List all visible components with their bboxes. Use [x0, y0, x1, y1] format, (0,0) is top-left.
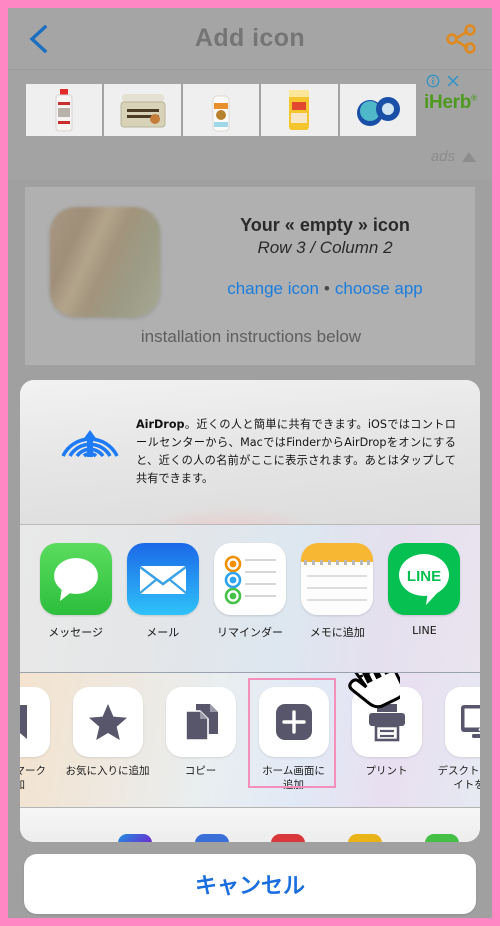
triangle-up-icon[interactable] [462, 151, 476, 162]
ads-disclosure[interactable]: ads [431, 148, 476, 165]
share-app-label: メモに追加 [309, 626, 365, 639]
ads-label-text: ads [430, 148, 455, 165]
empty-icon-card: Your « empty » icon Row 3 / Column 2 cha… [24, 186, 476, 366]
share-app-notes[interactable]: メモに追加 [294, 543, 381, 640]
share-action-copy[interactable]: コピー [154, 687, 247, 779]
link-separator: • [323, 279, 330, 298]
ad-banner[interactable]: iHerb® ads [8, 70, 492, 180]
ad-product-thumb[interactable] [26, 84, 103, 136]
share-app-label: メッセージ [48, 626, 103, 639]
mail-icon [126, 543, 199, 615]
airdrop-body: 。近くの人と簡単に共有できます。iOSではコントロールセンターから、MacではF… [136, 418, 456, 486]
bookmark-icon [20, 687, 50, 757]
share-action-label: ブックマーク 追加 [20, 765, 46, 791]
share-actions-track[interactable]: ブックマーク 追加 お気に入りに追加 [20, 687, 480, 792]
share-app-label: メール [146, 626, 180, 639]
share-sheet-next-row-peek[interactable] [20, 808, 480, 842]
share-actions-row[interactable]: ブックマーク 追加 お気に入りに追加 [20, 673, 480, 808]
desktop-monitor-icon [444, 687, 480, 757]
share-app-messages[interactable]: メッセージ [32, 543, 119, 640]
next-row-icons-peek [20, 834, 480, 842]
peek-icon [424, 834, 459, 842]
airdrop-section[interactable]: AirDrop。近くの人と簡単に共有できます。iOSではコントロールセンターから… [20, 380, 480, 525]
ad-product-thumb[interactable] [339, 84, 417, 136]
share-button[interactable] [444, 23, 478, 55]
star-icon [72, 687, 143, 757]
share-action-label: お気に入りに追加 [65, 765, 150, 777]
airdrop-title: AirDrop [136, 418, 185, 431]
change-icon-link[interactable]: change icon [227, 279, 319, 298]
phone-screen: Add icon iHerb® ads Your « empty » icon … [8, 8, 492, 918]
line-icon: LINE [388, 543, 461, 615]
cancel-button[interactable]: キャンセル [24, 854, 476, 914]
share-app-mail[interactable]: メール [119, 543, 206, 640]
close-x-icon [447, 75, 459, 87]
ad-brand-mark: ® [471, 93, 477, 103]
info-circle-icon [426, 74, 440, 88]
icon-card-links: change icon • choose app [185, 279, 465, 299]
icon-card-position: Row 3 / Column 2 [257, 238, 393, 257]
reminders-icon [214, 543, 286, 615]
app-header: Add icon [8, 8, 492, 70]
share-app-label: リマインダー [217, 626, 283, 639]
icon-card-title: Your « empty » icon [240, 215, 410, 235]
share-action-label: プリント [365, 765, 408, 777]
share-action-label: デスクトップ用サ イトを表示 [437, 765, 481, 791]
share-app-line[interactable]: LINE LINE [381, 543, 468, 637]
ad-brand-logo[interactable]: iHerb® [424, 92, 477, 114]
ad-product-strip[interactable] [26, 84, 417, 136]
add-plus-icon [258, 687, 329, 757]
choose-app-link[interactable]: choose app [335, 279, 423, 298]
copy-icon [165, 687, 236, 757]
cancel-button-label: キャンセル [194, 874, 305, 899]
airdrop-description: AirDrop。近くの人と簡単に共有できます。iOSではコントロールセンターから… [136, 416, 456, 489]
share-apps-row[interactable]: メッセージ メール リマインダー メモに追加 LINE LINE [20, 525, 480, 673]
peek-icon [348, 834, 383, 842]
ios-share-sheet: AirDrop。近くの人と簡単に共有できます。iOSではコントロールセンターから… [20, 380, 480, 842]
share-action-add-to-home-screen[interactable]: ホーム画面に 追加 [247, 687, 340, 792]
peek-icon [41, 834, 75, 842]
ad-product-thumb[interactable] [182, 84, 260, 136]
peek-icon [194, 834, 229, 842]
messages-icon [39, 543, 112, 615]
share-action-label: ホーム画面に 追加 [262, 765, 325, 791]
airdrop-icon [61, 430, 119, 458]
share-action-print[interactable]: プリント [340, 687, 433, 779]
ad-controls[interactable] [426, 74, 460, 88]
share-action-request-desktop-site[interactable]: デスクトップ用サ イトを表示 [433, 687, 480, 792]
icon-preview-thumbnail[interactable] [50, 207, 160, 317]
ad-product-thumb[interactable] [104, 84, 181, 136]
printer-icon [351, 687, 422, 757]
installation-note: installation instructions below [140, 327, 362, 346]
ad-brand-text: iHerb [424, 92, 472, 113]
share-action-favorite[interactable]: お気に入りに追加 [61, 687, 154, 779]
peek-icon [271, 834, 306, 842]
ad-product-thumb[interactable] [261, 84, 338, 136]
peek-icon [118, 834, 152, 842]
share-app-label: LINE [412, 624, 437, 637]
page-title: Add icon [194, 24, 306, 52]
share-action-bookmark[interactable]: ブックマーク 追加 [20, 687, 61, 792]
share-action-label: コピー [184, 765, 217, 777]
notes-icon [301, 543, 374, 615]
share-app-reminders[interactable]: リマインダー [206, 543, 293, 640]
svg-text:LINE: LINE [407, 568, 441, 585]
